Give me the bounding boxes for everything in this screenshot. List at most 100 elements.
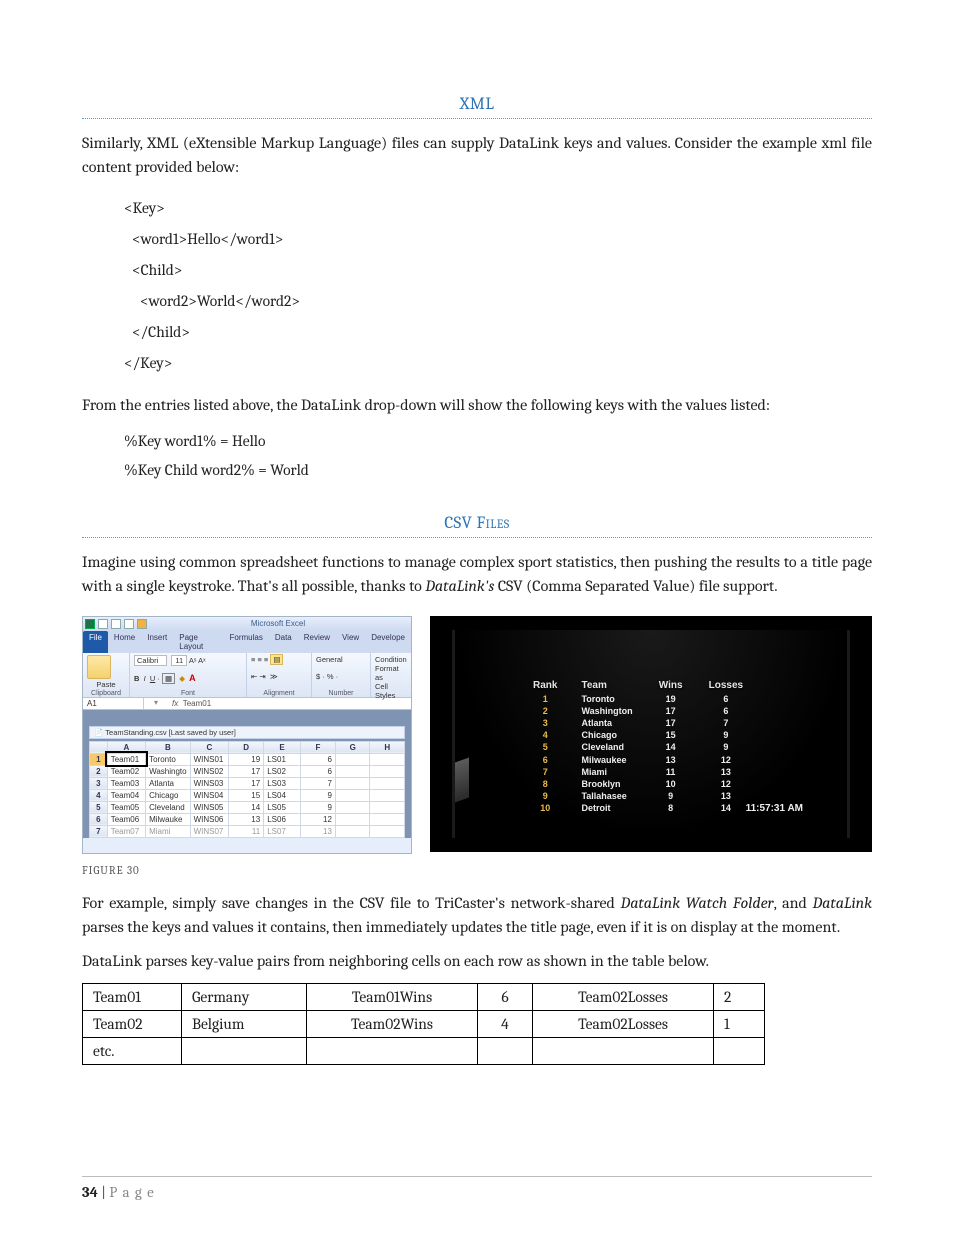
- excel-icon: [85, 619, 95, 629]
- ribbon-group-font: Calibri 11 Aˢ Aˣ B I U · ▦ ◆ A Font: [130, 653, 247, 697]
- group-label: Font: [134, 690, 242, 697]
- ribbon-tab-view[interactable]: View: [336, 631, 365, 653]
- table-row: 4Chicago159: [525, 729, 759, 741]
- code-line: </Child>: [124, 317, 872, 348]
- col-header[interactable]: G: [335, 741, 370, 753]
- ribbon-tab-developer[interactable]: Develope: [365, 631, 411, 653]
- table-row[interactable]: 6Team06MilwaukeWINS0613LS0612: [90, 813, 405, 825]
- figure-caption: FIGURE 30: [82, 864, 872, 877]
- paste-label: Paste: [87, 680, 125, 689]
- header-rank: Rank: [525, 678, 573, 693]
- xml-code-block: <Key> <word1>Hello</word1> <Child> <word…: [124, 193, 872, 379]
- table-row: 6Milwaukee1312: [525, 754, 759, 766]
- viewport: Rank Team Wins Losses 1Toronto196 2Washi…: [452, 630, 850, 838]
- ribbon-tab-review[interactable]: Review: [298, 631, 336, 653]
- col-header[interactable]: B: [146, 741, 191, 753]
- table-row: 2Washington176: [525, 705, 759, 717]
- shrink-font-icon[interactable]: Aˣ: [198, 656, 205, 665]
- group-label: Number: [316, 690, 366, 697]
- ribbon-tab-formulas[interactable]: Formulas: [224, 631, 269, 653]
- code-line: </Key>: [124, 348, 872, 379]
- ribbon-tab-home[interactable]: Home: [108, 631, 141, 653]
- table-row[interactable]: 1Team01TorontoWINS0119LS016: [90, 753, 405, 765]
- col-header[interactable]: C: [190, 741, 229, 753]
- table-row[interactable]: 4Team04ChicagoWINS0415LS049: [90, 789, 405, 801]
- table-row: 7Miami1113: [525, 766, 759, 778]
- paste-icon[interactable]: [87, 655, 111, 679]
- tricaster-screenshot: Rank Team Wins Losses 1Toronto196 2Washi…: [430, 616, 872, 852]
- ribbon-group-number: General $ · % · Number: [312, 653, 371, 697]
- ribbon-tab-data[interactable]: Data: [269, 631, 298, 653]
- table-row[interactable]: 3Team03AtlantaWINS0317LS037: [90, 777, 405, 789]
- accent-shape: [455, 757, 469, 802]
- col-header[interactable]: A: [107, 741, 145, 753]
- section-heading-csv: CSV Files: [82, 514, 872, 533]
- number-format[interactable]: General: [316, 655, 366, 664]
- bold-icon[interactable]: B: [134, 674, 139, 683]
- table-row: etc.: [83, 1037, 765, 1064]
- qat-item: [137, 619, 147, 629]
- spreadsheet-grid[interactable]: A B C D E F G H 1Team01TorontoWINS0119LS…: [89, 741, 405, 838]
- ribbon-group-clipboard: Paste Clipboard: [83, 653, 130, 697]
- formula-bar[interactable]: Team01: [183, 699, 211, 708]
- font-size[interactable]: 11: [171, 655, 187, 666]
- fill-color-icon[interactable]: ◆: [179, 674, 185, 683]
- text: , and: [774, 894, 813, 912]
- page-footer: 34 | P a g e: [82, 1183, 155, 1201]
- code-line: <word1>Hello</word1>: [124, 224, 872, 255]
- ribbon-tab-file[interactable]: File: [83, 631, 108, 653]
- key-line: %Key Child word2% = World: [124, 456, 872, 485]
- conditional-formatting[interactable]: Condition: [375, 655, 407, 664]
- table-row[interactable]: 5Team05ClevelandWINS0514LS059: [90, 801, 405, 813]
- paragraph-csv-after2: DataLink parses key-value pairs from nei…: [82, 949, 872, 973]
- clock: 11:57:31 AM: [746, 803, 803, 814]
- table-row: Team01 Germany Team01Wins 6 Team02Losses…: [83, 983, 765, 1010]
- paragraph-csv-after1: For example, simply save changes in the …: [82, 891, 872, 939]
- emphasis: DataLink's: [425, 577, 494, 595]
- header-team: Team: [573, 678, 648, 693]
- undo-icon: [111, 619, 121, 629]
- italic-icon[interactable]: I: [144, 674, 146, 683]
- emphasis: DataLink Watch Folder: [621, 894, 774, 912]
- col-header[interactable]: F: [300, 741, 335, 753]
- ribbon-tab-page-layout[interactable]: Page Layout: [173, 631, 223, 653]
- name-box[interactable]: A1: [83, 698, 144, 709]
- indent-icons[interactable]: ⇤ ⇥ ≫: [251, 672, 307, 681]
- col-header[interactable]: E: [264, 741, 301, 753]
- code-line: <Key>: [124, 193, 872, 224]
- font-name[interactable]: Calibri: [134, 655, 167, 666]
- kv-table: Team01 Germany Team01Wins 6 Team02Losses…: [82, 983, 765, 1065]
- format-as-table[interactable]: Format as: [375, 664, 407, 682]
- excel-titlebar: Microsoft Excel: [83, 617, 411, 631]
- underline-icon[interactable]: U: [150, 674, 155, 683]
- cell-styles[interactable]: Cell Styles: [375, 682, 407, 700]
- ribbon-tabs: File Home Insert Page Layout Formulas Da…: [83, 631, 411, 653]
- footer-rule: [82, 1176, 872, 1177]
- col-header[interactable]: D: [229, 741, 264, 753]
- paragraph-xml-keys-intro: From the entries listed above, the DataL…: [82, 393, 872, 417]
- select-all[interactable]: [90, 741, 108, 753]
- window-title: Microsoft Excel: [147, 619, 409, 628]
- section-rule: [82, 537, 872, 538]
- col-header[interactable]: H: [370, 741, 405, 753]
- text: CSV (Comma Separated Value) file support…: [494, 577, 777, 595]
- group-label: Alignment: [251, 690, 307, 697]
- table-row[interactable]: 7Team07MiamiWINS0711LS0713: [90, 825, 405, 837]
- save-icon: [98, 619, 108, 629]
- workbook-caption: 📄 TeamStanding.csv [Last saved by user]: [89, 726, 405, 739]
- code-line: <word2>World</word2>: [124, 286, 872, 317]
- number-tools[interactable]: $ · % ·: [316, 672, 366, 681]
- ribbon-group-styles: Condition Format as Cell Styles: [371, 653, 411, 697]
- grow-font-icon[interactable]: Aˢ: [189, 656, 197, 665]
- table-row: 3Atlanta177: [525, 717, 759, 729]
- code-line: <Child>: [124, 255, 872, 286]
- ribbon-tab-insert[interactable]: Insert: [141, 631, 173, 653]
- footer-sep: |: [98, 1183, 109, 1201]
- excel-screenshot: Microsoft Excel File Home Insert Page La…: [82, 616, 412, 854]
- table-row[interactable]: 2Team02WashingtoWINS0217LS026: [90, 765, 405, 777]
- ranking-table: Rank Team Wins Losses 1Toronto196 2Washi…: [525, 678, 759, 814]
- font-color-icon[interactable]: A: [189, 673, 196, 683]
- table-row: 10Detroit814: [525, 802, 759, 814]
- border-icon[interactable]: ▦: [162, 673, 175, 684]
- align-icons[interactable]: ≡ ≡ ≡ ▤: [251, 655, 307, 664]
